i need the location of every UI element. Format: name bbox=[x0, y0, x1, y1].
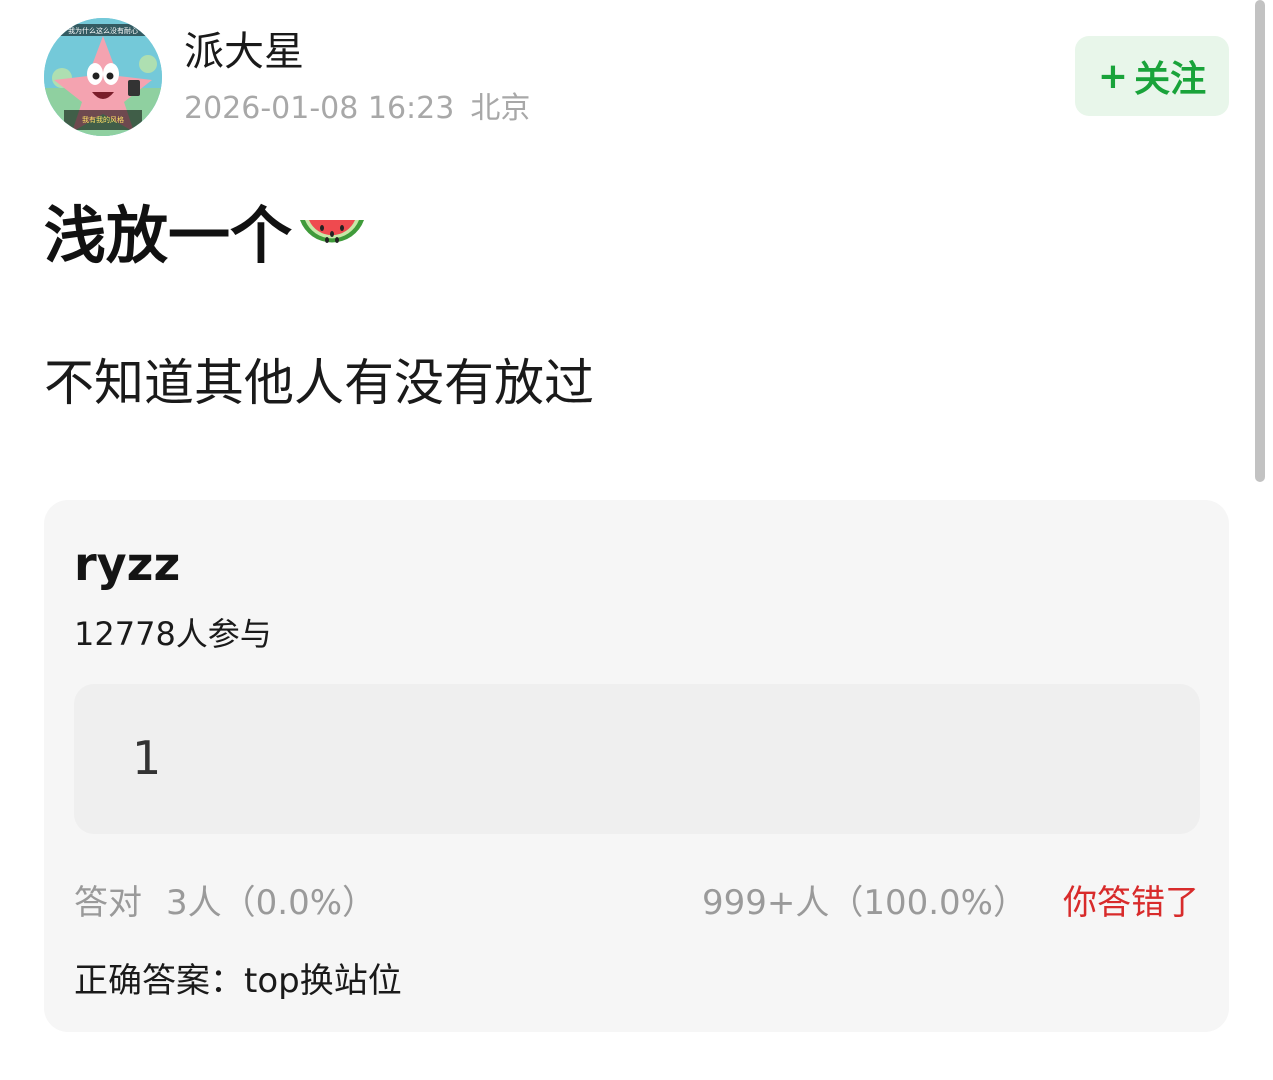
follow-button[interactable]: + 关注 bbox=[1075, 36, 1229, 116]
quiz-title: ryzz bbox=[74, 537, 181, 591]
quiz-answer-option[interactable]: 1 bbox=[74, 684, 1200, 834]
author-avatar[interactable]: 我为什么这么没有耐心 我有我的风格 bbox=[44, 18, 162, 136]
wrong-stats-value: 999+人（100.0%） bbox=[701, 883, 1027, 923]
post-body: 不知道其他人有没有放过 bbox=[44, 354, 594, 412]
correct-answer: 正确答案：top换站位 bbox=[74, 961, 402, 1001]
scrollbar[interactable] bbox=[1255, 0, 1265, 482]
correct-stats: 答对 3人（0.0%） bbox=[74, 880, 376, 926]
quiz-participants: 12778人参与 bbox=[74, 615, 272, 653]
wrong-stats: 999+人（100.0%） 你答错了 bbox=[702, 880, 1199, 926]
author-name[interactable]: 派大星 bbox=[184, 26, 304, 78]
avatar-caption-bottom: 我有我的风格 bbox=[82, 115, 124, 124]
answer-result-status: 你答错了 bbox=[1063, 883, 1199, 923]
plus-icon: + bbox=[1097, 55, 1129, 97]
quiz-card: ryzz 12778人参与 1 答对 3人（0.0%） 999+人（100.0%）… bbox=[44, 500, 1229, 1032]
watermelon-icon bbox=[300, 220, 365, 243]
post-timestamp: 2026-01-08 16:23 bbox=[184, 91, 455, 126]
post-title-text: 浅放一个 bbox=[44, 199, 293, 272]
correct-stats-label: 答对 bbox=[74, 883, 142, 923]
correct-stats-value: 3人（0.0%） bbox=[166, 883, 377, 923]
post-meta: 2026-01-08 16:23 北京 bbox=[184, 88, 530, 130]
avatar-caption-top: 我为什么这么没有耐心 bbox=[68, 26, 138, 35]
post-title: 浅放一个 bbox=[44, 196, 368, 276]
quiz-answer-text: 1 bbox=[132, 731, 162, 785]
patrick-star-avatar-icon: 我为什么这么没有耐心 我有我的风格 bbox=[44, 18, 162, 136]
post-location: 北京 bbox=[470, 91, 531, 126]
follow-button-label: 关注 bbox=[1134, 59, 1207, 100]
